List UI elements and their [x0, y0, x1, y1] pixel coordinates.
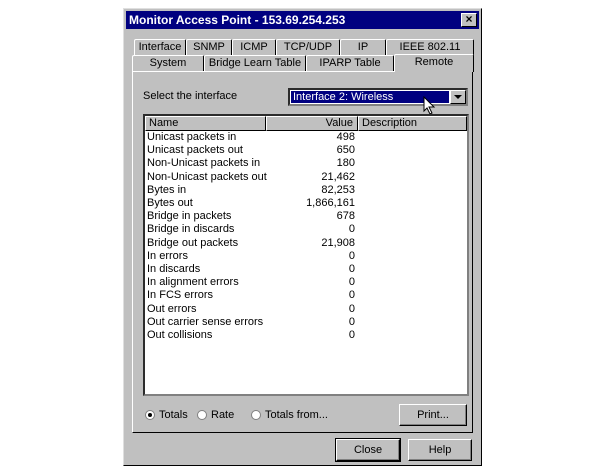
row-value: 0: [348, 249, 355, 262]
print-button[interactable]: Print...: [399, 404, 467, 426]
row-name: Out errors: [147, 302, 197, 315]
close-button[interactable]: Close: [335, 438, 401, 462]
column-header-value[interactable]: Value: [266, 116, 358, 131]
tab-remote[interactable]: Remote: [394, 54, 474, 72]
row-value: 0: [348, 276, 355, 289]
row-value: 498: [336, 131, 355, 143]
tab-iparp-table[interactable]: IPARP Table: [306, 55, 394, 71]
row-name: In alignment errors: [147, 276, 239, 289]
select-interface-label: Select the interface: [143, 90, 238, 102]
mouse-cursor-icon: [423, 96, 436, 115]
table-row[interactable]: Bridge in packets 678: [145, 210, 467, 223]
table-row[interactable]: Bridge in discards 0: [145, 223, 467, 236]
table-row[interactable]: In alignment errors 0: [145, 276, 467, 289]
row-name: Bytes in: [147, 183, 187, 196]
row-value: 0: [348, 329, 355, 341]
radio-rate[interactable]: [197, 410, 207, 420]
tab-interface[interactable]: Interface: [134, 39, 186, 55]
remote-tab-panel: Select the interface Interface 2: Wirele…: [132, 71, 473, 433]
table-row[interactable]: Unicast packets in 498: [145, 131, 467, 144]
row-value: 0: [348, 302, 355, 315]
table-row[interactable]: In FCS errors 0: [145, 289, 467, 302]
row-value: 180: [336, 157, 355, 170]
row-name: Out collisions: [147, 329, 213, 341]
tab-tcp-udp[interactable]: TCP/UDP: [276, 39, 340, 55]
table-row[interactable]: Out errors 0: [145, 303, 467, 316]
help-button[interactable]: Help: [408, 439, 472, 461]
chevron-down-icon: [454, 95, 462, 99]
tab-ieee-80211[interactable]: IEEE 802.11: [386, 39, 474, 55]
table-row[interactable]: Bytes out 1,866,161: [145, 197, 467, 210]
table-row[interactable]: Out collisions 0: [145, 329, 467, 342]
tab-icmp[interactable]: ICMP: [232, 39, 276, 55]
row-value: 0: [348, 223, 355, 236]
window-title: Monitor Access Point - 153.69.254.253: [129, 13, 346, 27]
tab-ip[interactable]: IP: [340, 39, 386, 55]
tab-bridge-learn-table[interactable]: Bridge Learn Table: [204, 55, 306, 71]
table-row[interactable]: Unicast packets out 650: [145, 144, 467, 157]
table-row[interactable]: Bridge out packets 21,908: [145, 237, 467, 250]
row-name: Out carrier sense errors: [147, 315, 264, 328]
row-name: In errors: [147, 249, 188, 262]
row-name: Non-Unicast packets in: [147, 157, 261, 170]
column-header-description[interactable]: Description: [358, 116, 467, 131]
table-row[interactable]: Non-Unicast packets in 180: [145, 157, 467, 170]
dropdown-button[interactable]: [450, 90, 466, 104]
close-window-button[interactable]: ×: [461, 13, 477, 27]
row-value: 21,908: [321, 236, 355, 249]
radio-totals-label[interactable]: Totals: [159, 409, 188, 421]
table-row[interactable]: Non-Unicast packets out 21,462: [145, 171, 467, 184]
row-value: 21,462: [321, 170, 355, 183]
row-name: In FCS errors: [147, 289, 214, 302]
row-value: 1,866,161: [306, 197, 355, 209]
row-value: 0: [348, 289, 355, 302]
row-name: Bytes out: [147, 197, 193, 209]
row-name: Unicast packets out: [147, 144, 243, 157]
row-name: Unicast packets in: [147, 131, 237, 143]
radio-totals[interactable]: [145, 410, 155, 420]
radio-totals-from-label[interactable]: Totals from...: [265, 409, 328, 421]
row-name: Bridge in packets: [147, 210, 232, 223]
row-name: In discards: [147, 263, 201, 275]
table-row[interactable]: In discards 0: [145, 263, 467, 276]
row-value: 0: [348, 263, 355, 275]
stats-list[interactable]: Name Value Description Unicast packets i…: [143, 114, 469, 396]
row-name: Non-Unicast packets out: [147, 170, 267, 183]
table-row[interactable]: Out carrier sense errors 0: [145, 316, 467, 329]
table-row[interactable]: Bytes in 82,253: [145, 184, 467, 197]
column-header-name[interactable]: Name: [145, 116, 266, 131]
row-value: 678: [336, 210, 355, 223]
tab-snmp[interactable]: SNMP: [186, 39, 232, 55]
interface-select[interactable]: Interface 2: Wireless: [288, 88, 468, 106]
title-bar: Monitor Access Point - 153.69.254.253 ×: [126, 11, 479, 29]
row-value: 650: [336, 144, 355, 157]
tab-system[interactable]: System: [132, 55, 204, 71]
row-value: 0: [348, 315, 355, 328]
row-value: 82,253: [321, 183, 355, 196]
monitor-access-point-window: Monitor Access Point - 153.69.254.253 × …: [123, 8, 482, 466]
row-name: Bridge out packets: [147, 236, 239, 249]
radio-totals-from[interactable]: [251, 410, 261, 420]
table-row[interactable]: In errors 0: [145, 250, 467, 263]
radio-rate-label[interactable]: Rate: [211, 409, 234, 421]
row-name: Bridge in discards: [147, 223, 235, 236]
